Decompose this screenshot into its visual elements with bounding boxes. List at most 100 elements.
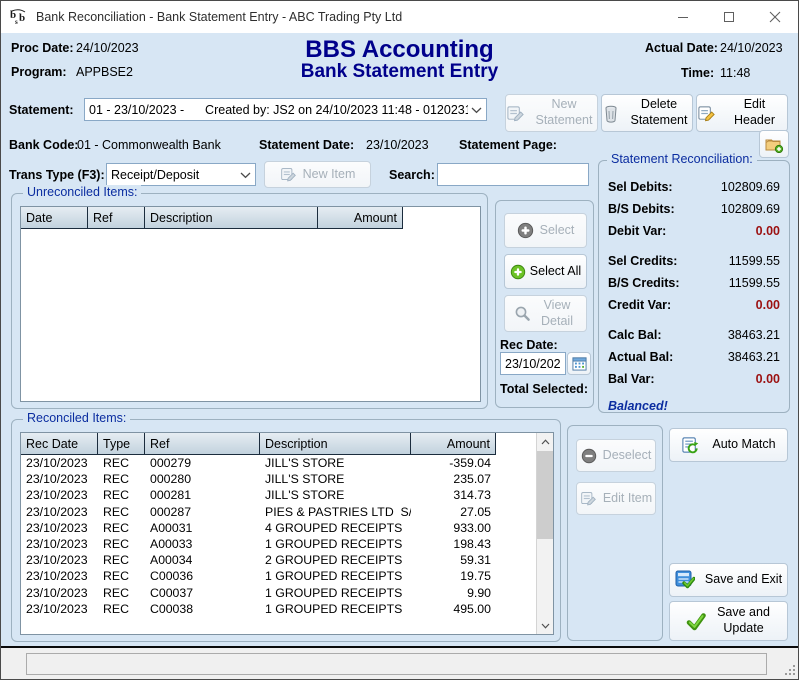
deselect-label: Deselect (603, 448, 652, 464)
rec-date-input[interactable] (500, 352, 566, 375)
trans-type-select[interactable]: Receipt/Deposit (106, 163, 256, 186)
reconciliation-row: B/S Debits: 102809.69 (608, 198, 780, 220)
chevron-down-icon (240, 172, 251, 179)
statement-page-label: Statement Page: (459, 138, 557, 152)
table-row[interactable]: 23/10/2023 REC A00034 2 GROUPED RECEIPTS… (21, 552, 536, 568)
edit-header-button[interactable]: Edit Header (696, 94, 788, 132)
minimize-button[interactable] (660, 1, 706, 33)
app-window: b s b Bank Reconciliation - Bank Stateme… (0, 0, 799, 680)
maximize-button[interactable] (706, 1, 752, 33)
reconciliation-row-label: Bal Var: (608, 372, 655, 386)
search-input[interactable] (437, 163, 589, 186)
column-header: Description (260, 433, 411, 454)
save-and-exit-button[interactable]: Save and Exit (669, 563, 788, 597)
unreconciled-title: Unreconciled Items: (23, 185, 141, 199)
titlebar: b s b Bank Reconciliation - Bank Stateme… (1, 1, 798, 33)
new-item-button[interactable]: New Item (264, 161, 371, 188)
time-label: Time: (681, 66, 714, 80)
cell-rec-date: 23/10/2023 (21, 456, 98, 470)
unreconciled-table-header: DateRefDescriptionAmount (21, 207, 403, 229)
unreconciled-table[interactable]: DateRefDescriptionAmount (20, 206, 481, 402)
document-edit-icon (580, 490, 597, 507)
cell-description: PIES & PASTRIES LTD S/... (260, 505, 411, 519)
cell-amount: 933.00 (411, 521, 496, 535)
table-row[interactable]: 23/10/2023 REC 000279 JILL'S STORE -359.… (21, 455, 536, 471)
document-edit-icon (506, 104, 525, 123)
column-header: Ref (145, 433, 260, 454)
scroll-down-button[interactable] (537, 617, 553, 634)
reconciliation-row-value: 38463.21 (728, 328, 780, 342)
deselect-button[interactable]: Deselect (576, 439, 656, 472)
reconciliation-row: Calc Bal: 38463.21 (608, 324, 780, 346)
reconciled-table-rows: 23/10/2023 REC 000279 JILL'S STORE -359.… (21, 455, 536, 617)
cell-rec-date: 23/10/2023 (21, 569, 98, 583)
cell-type: REC (98, 488, 145, 502)
magnifier-icon (514, 305, 531, 322)
reconciliation-row-value: 0.00 (756, 298, 780, 312)
scroll-up-button[interactable] (537, 433, 553, 450)
balanced-status: Balanced! (608, 399, 789, 413)
auto-match-button[interactable]: Auto Match (669, 428, 788, 462)
cell-type: REC (98, 456, 145, 470)
folder-add-button[interactable] (759, 130, 789, 158)
rec-date-label: Rec Date: (500, 338, 558, 352)
cell-rec-date: 23/10/2023 (21, 472, 98, 486)
status-panel (26, 653, 767, 675)
chevron-down-icon (541, 623, 550, 629)
close-button[interactable] (752, 1, 798, 33)
new-statement-button[interactable]: New Statement (505, 94, 598, 132)
reconciliation-row-label: Credit Var: (608, 298, 671, 312)
resize-grip[interactable] (783, 664, 796, 677)
reconciliation-row-value: 38463.21 (728, 350, 780, 364)
table-row[interactable]: 23/10/2023 REC C00038 1 GROUPED RECEIPTS… (21, 601, 536, 617)
select-all-button[interactable]: Select All (504, 254, 587, 289)
table-row[interactable]: 23/10/2023 REC A00031 4 GROUPED RECEIPTS… (21, 520, 536, 536)
close-icon (769, 11, 781, 23)
reconciliation-row-value: 0.00 (756, 224, 780, 238)
cell-description: JILL'S STORE (260, 488, 411, 502)
reconciliation-row-value: 0.00 (756, 372, 780, 386)
cell-rec-date: 23/10/2023 (21, 602, 98, 616)
cell-amount: 27.05 (411, 505, 496, 519)
reconciliation-row: Credit Var: 0.00 (608, 294, 780, 316)
table-row[interactable]: 23/10/2023 REC C00036 1 GROUPED RECEIPTS… (21, 568, 536, 584)
statement-select[interactable]: 01 - 23/10/2023 - Created by: JS2 on 24/… (84, 98, 487, 121)
cell-rec-date: 23/10/2023 (21, 488, 98, 502)
cell-type: REC (98, 586, 145, 600)
save-and-exit-label: Save and Exit (705, 572, 782, 588)
delete-statement-label: Delete Statement (626, 97, 692, 128)
table-row[interactable]: 23/10/2023 REC C00037 1 GROUPED RECEIPTS… (21, 585, 536, 601)
reconciled-table: Rec DateTypeRefDescriptionAmount 23/10/2… (20, 432, 554, 635)
reconciliation-row: Sel Credits: 11599.55 (608, 250, 780, 272)
column-header: Type (98, 433, 145, 454)
table-row[interactable]: 23/10/2023 REC 000281 JILL'S STORE 314.7… (21, 487, 536, 503)
table-row[interactable]: 23/10/2023 REC 000287 PIES & PASTRIES LT… (21, 504, 536, 520)
select-label: Select (540, 223, 575, 239)
scrollbar-thumb[interactable] (537, 451, 553, 539)
edit-item-button[interactable]: Edit Item (576, 482, 656, 515)
minimize-icon (677, 11, 689, 23)
cell-type: REC (98, 521, 145, 535)
select-button[interactable]: Select (504, 213, 587, 248)
actual-date-label: Actual Date: (645, 41, 718, 55)
cell-amount: 495.00 (411, 602, 496, 616)
vertical-scrollbar[interactable] (536, 433, 553, 634)
unreconciled-group: Unreconciled Items: DateRefDescriptionAm… (11, 193, 488, 409)
reconciliation-row: Actual Bal: 38463.21 (608, 346, 780, 368)
view-detail-button[interactable]: View Detail (504, 295, 587, 332)
cell-ref: 000287 (145, 505, 260, 519)
cell-amount: 198.43 (411, 537, 496, 551)
save-and-update-button[interactable]: Save and Update (669, 601, 788, 641)
auto-match-label: Auto Match (712, 437, 775, 453)
page-subtitle: Bank Statement Entry (1, 61, 798, 83)
delete-statement-button[interactable]: Delete Statement (601, 94, 693, 132)
document-edit-yellow-icon (697, 104, 716, 123)
edit-header-label: Edit Header (722, 97, 787, 128)
cell-ref: 000279 (145, 456, 260, 470)
cell-amount: -359.04 (411, 456, 496, 470)
rec-date-picker-button[interactable] (567, 352, 591, 375)
table-row[interactable]: 23/10/2023 REC 000280 JILL'S STORE 235.0… (21, 471, 536, 487)
table-row[interactable]: 23/10/2023 REC A00033 1 GROUPED RECEIPTS… (21, 536, 536, 552)
cell-type: REC (98, 472, 145, 486)
cell-ref: C00038 (145, 602, 260, 616)
